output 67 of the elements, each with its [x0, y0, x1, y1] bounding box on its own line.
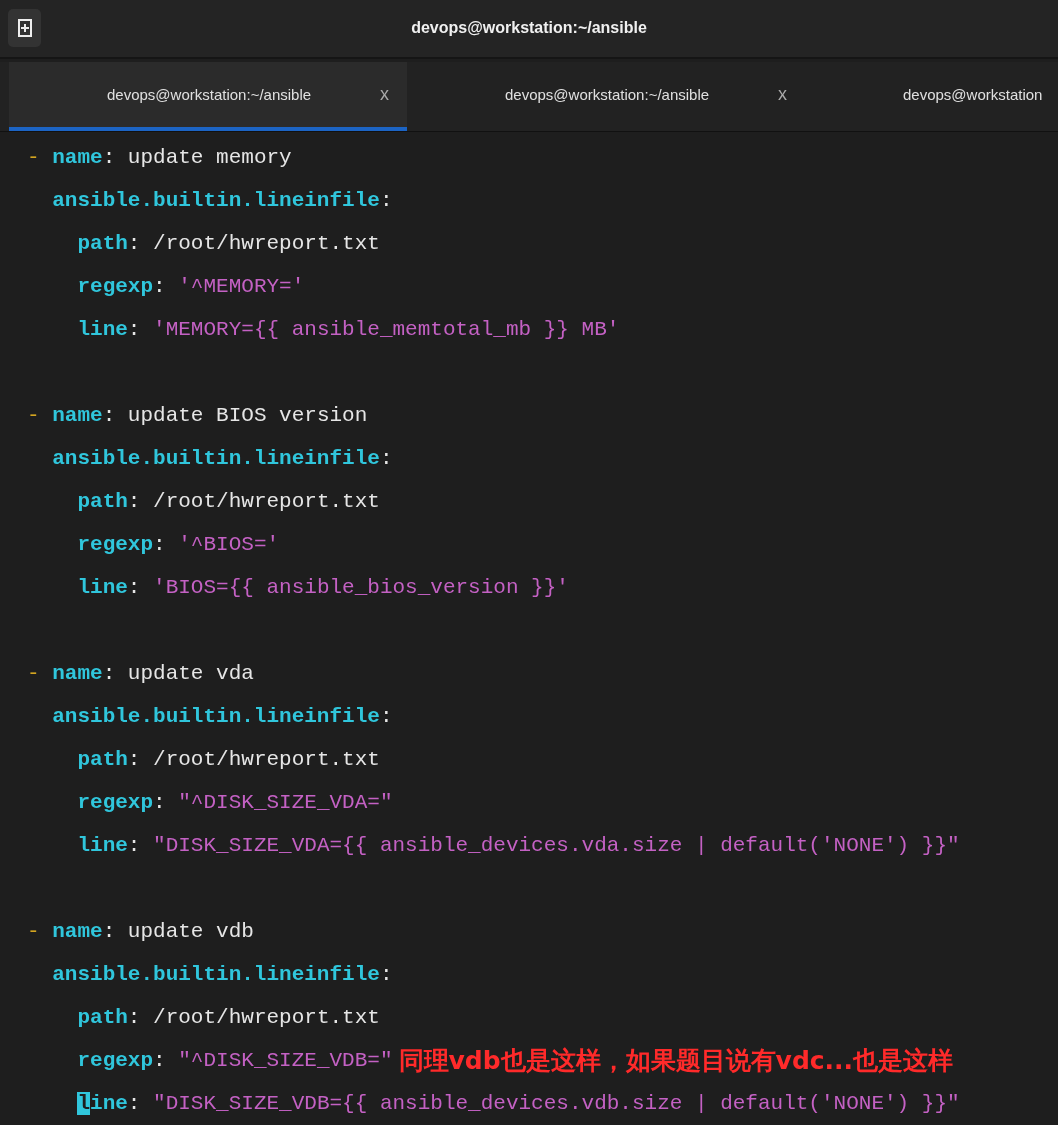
yaml-value: update vdb: [127, 919, 254, 945]
yaml-key: line: [77, 1082, 128, 1125]
colon: :: [153, 274, 166, 300]
yaml-key: path: [77, 996, 128, 1039]
yaml-value: '^MEMORY=': [178, 274, 305, 300]
list-dash: -: [27, 145, 40, 171]
module-key: ansible.builtin.lineinfile: [52, 695, 380, 738]
list-dash: -: [27, 919, 40, 945]
list-dash: -: [27, 403, 40, 429]
colon: :: [379, 962, 393, 988]
colon: :: [153, 532, 166, 558]
yaml-key: name: [52, 136, 103, 179]
yaml-value: /root/hwreport.txt: [153, 1005, 380, 1031]
yaml-value: update BIOS version: [127, 403, 368, 429]
colon: :: [127, 317, 141, 343]
tab-close-button[interactable]: x: [374, 82, 395, 106]
yaml-key: line: [77, 308, 128, 351]
window-title: devops@workstation:~/ansible: [411, 19, 647, 38]
yaml-value: "^DISK_SIZE_VDA=": [178, 790, 393, 816]
yaml-key: line: [77, 824, 128, 867]
colon: :: [379, 188, 393, 214]
yaml-key: regexp: [77, 265, 154, 308]
yaml-value: /root/hwreport.txt: [153, 747, 380, 773]
yaml-value: 'MEMORY={{ ansible_memtotal_mb }} MB': [153, 317, 620, 343]
module-key: ansible.builtin.lineinfile: [52, 437, 380, 480]
yaml-value: /root/hwreport.txt: [153, 231, 380, 257]
colon: :: [127, 1091, 141, 1117]
colon: :: [153, 1048, 166, 1074]
yaml-key: path: [77, 480, 128, 523]
yaml-value: 'BIOS={{ ansible_bios_version }}': [153, 575, 569, 601]
new-tab-button[interactable]: [8, 9, 41, 48]
yaml-key: path: [77, 738, 128, 781]
tab-close-button[interactable]: x: [772, 82, 793, 106]
list-dash: -: [27, 661, 40, 687]
colon: :: [127, 747, 141, 773]
yaml-key: name: [52, 910, 103, 953]
colon: :: [127, 231, 141, 257]
annotation-text: 同理vdb也是这样，如果题目说有vdc...也是这样: [398, 1045, 954, 1077]
new-tab-icon: [17, 19, 32, 38]
yaml-key: line: [77, 566, 128, 609]
yaml-key: path: [77, 222, 128, 265]
colon: :: [127, 489, 141, 515]
yaml-value: "DISK_SIZE_VDB={{ ansible_devices.vdb.size | default('NONE') }}": [153, 1091, 960, 1117]
yaml-key: name: [52, 652, 103, 695]
colon: :: [379, 704, 393, 730]
yaml-value: '^BIOS=': [178, 532, 280, 558]
yaml-key: regexp: [77, 1039, 154, 1082]
yaml-value: "^DISK_SIZE_VDB=": [178, 1048, 393, 1074]
terminal-tab[interactable]: devops@workstation:~/ansible x: [9, 61, 407, 131]
yaml-key: regexp: [77, 781, 154, 824]
module-key: ansible.builtin.lineinfile: [52, 179, 380, 222]
colon: :: [102, 145, 116, 171]
module-key: ansible.builtin.lineinfile: [52, 953, 380, 996]
colon: :: [153, 790, 166, 816]
colon: :: [127, 575, 141, 601]
colon: :: [379, 446, 393, 472]
colon: :: [102, 919, 116, 945]
yaml-value: /root/hwreport.txt: [153, 489, 380, 515]
yaml-value: update vda: [127, 661, 254, 687]
colon: :: [127, 1005, 141, 1031]
yaml-value: "DISK_SIZE_VDA={{ ansible_devices.vda.size | default('NONE') }}": [153, 833, 960, 859]
colon: :: [102, 403, 116, 429]
yaml-key: regexp: [77, 523, 154, 566]
yaml-key: name: [52, 394, 103, 437]
colon: :: [102, 661, 116, 687]
colon: :: [127, 833, 141, 859]
yaml-value: update memory: [127, 145, 292, 171]
